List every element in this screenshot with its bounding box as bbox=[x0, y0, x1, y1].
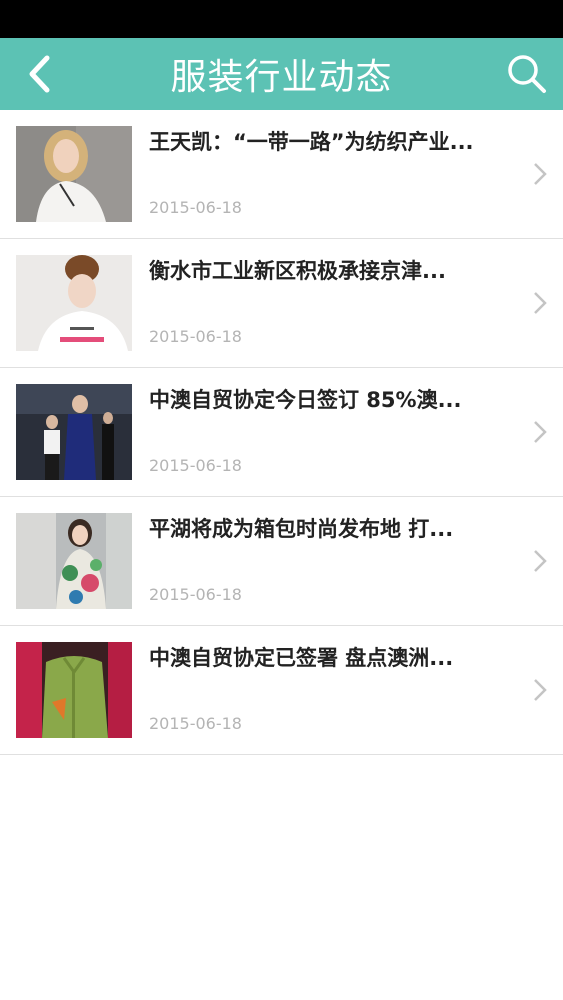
list-item[interactable]: 中澳自贸协定已签署 盘点澳洲... 2015-06-18 bbox=[0, 626, 563, 755]
article-thumbnail bbox=[16, 255, 132, 351]
chevron-left-icon bbox=[29, 55, 50, 93]
search-icon bbox=[508, 55, 546, 93]
article-title: 王天凯：“一带一路”为纺织产业... bbox=[149, 130, 474, 154]
search-button[interactable] bbox=[501, 48, 553, 100]
article-thumbnail bbox=[16, 384, 132, 480]
article-thumbnail bbox=[16, 642, 132, 738]
list-item[interactable]: 王天凯：“一带一路”为纺织产业... 2015-06-18 bbox=[0, 110, 563, 239]
article-title: 中澳自贸协定已签署 盘点澳洲... bbox=[149, 646, 454, 670]
article-title: 中澳自贸协定今日签订 85%澳... bbox=[149, 388, 462, 412]
chevron-right-icon bbox=[534, 163, 547, 185]
chevron-right-icon bbox=[534, 292, 547, 314]
article-date: 2015-06-18 bbox=[149, 327, 242, 346]
article-date: 2015-06-18 bbox=[149, 456, 242, 475]
status-bar bbox=[0, 0, 563, 38]
chevron-right-icon bbox=[534, 421, 547, 443]
article-title: 衡水市工业新区积极承接京津... bbox=[149, 259, 446, 283]
page-title: 服装行业动态 bbox=[170, 57, 393, 98]
article-thumbnail bbox=[16, 126, 132, 222]
app-bar: 服装行业动态 bbox=[0, 38, 563, 110]
list-item[interactable]: 衡水市工业新区积极承接京津... 2015-06-18 bbox=[0, 239, 563, 368]
chevron-right-icon bbox=[534, 679, 547, 701]
article-thumbnail bbox=[16, 513, 132, 609]
article-title: 平湖将成为箱包时尚发布地 打... bbox=[149, 517, 454, 541]
chevron-right-icon bbox=[534, 550, 547, 572]
article-date: 2015-06-18 bbox=[149, 714, 242, 733]
back-button[interactable] bbox=[14, 48, 66, 100]
article-date: 2015-06-18 bbox=[149, 198, 242, 217]
list-item[interactable]: 平湖将成为箱包时尚发布地 打... 2015-06-18 bbox=[0, 497, 563, 626]
article-list: 王天凯：“一带一路”为纺织产业... 2015-06-18 衡水市工业新区积极承… bbox=[0, 110, 563, 755]
article-date: 2015-06-18 bbox=[149, 585, 242, 604]
list-item[interactable]: 中澳自贸协定今日签订 85%澳... 2015-06-18 bbox=[0, 368, 563, 497]
